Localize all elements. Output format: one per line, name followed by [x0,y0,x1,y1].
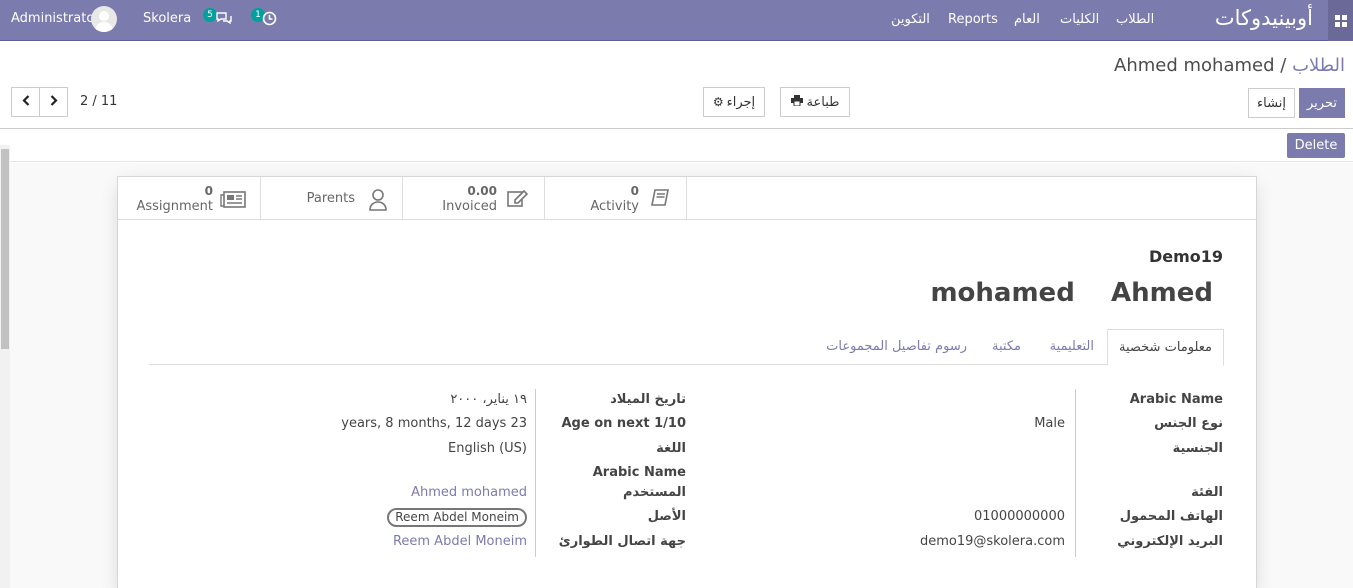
chat-icon[interactable] [216,12,232,30]
tab-group-fees[interactable]: رسوم تفاصيل المجموعات [815,329,978,365]
student-name: mohamed Ahmed [930,278,1213,308]
birth-date-value[interactable]: ١٩ يناير، ٢٠٠٠ [450,392,527,407]
emergency-contact-label: جهة اتصال الطوارئ [558,534,686,549]
age-value: 23 years, 8 months, 12 days [341,416,527,431]
gender-value[interactable]: Male [1034,416,1065,431]
print-icon [790,94,803,110]
origin-tag[interactable]: Reem Abdel Moneim [387,508,527,527]
last-name[interactable]: mohamed [930,278,1074,308]
chevron-left-icon [21,94,30,110]
menu-general[interactable]: العام [1014,12,1040,27]
delete-button[interactable]: Delete [1287,133,1345,158]
category-label: الفئة [1191,485,1223,500]
action-label: إجراء [726,94,756,110]
menu-faculties[interactable]: الكليات [1060,12,1099,27]
apps-menu-icon[interactable] [1328,0,1353,41]
mobile-value[interactable]: 01000000000 [974,509,1065,524]
app-brand[interactable]: أوبينيدوكات [1215,6,1313,30]
user-label: المستخدم [623,485,686,500]
group-divider [535,389,536,557]
arabic-name-label-2: Arabic Name [592,465,686,480]
avatar[interactable] [91,6,117,32]
age-label: Age on next 1/10 [561,416,686,431]
tab-library[interactable]: مكتبة [981,329,1032,365]
assignment-count: 0 [204,184,213,198]
invoiced-label: Invoiced [442,199,497,214]
invoiced-amount: 0.00 [467,184,497,198]
print-label: طباعة [806,94,840,110]
form-sheet: 0 Activity 0.00 Invoiced Parents 0 Assig… [117,176,1257,588]
edit-icon [507,189,529,211]
tab-personal-info[interactable]: معلومات شخصية [1107,329,1224,366]
user-link[interactable]: Ahmed mohamed [411,485,527,500]
language-label: اللغة [656,441,686,456]
scrollbar[interactable] [0,145,10,588]
invoiced-smart-button[interactable]: 0.00 Invoiced [403,177,545,220]
user-name[interactable]: Administrator [11,11,100,26]
first-name[interactable]: Ahmed [1111,278,1213,308]
activity-smart-button[interactable]: 0 Activity [545,177,687,220]
gear-icon: ⚙ [712,95,724,109]
parents-label: Parents [306,191,355,206]
menu-students[interactable]: الطلاب [1116,12,1154,27]
arabic-name-label: Arabic Name [1129,392,1223,407]
menu-configuration[interactable]: التكوين [891,12,930,27]
action-button[interactable]: ⚙ إجراء [703,87,765,117]
pager-value[interactable]: 2 / 11 [80,94,117,109]
create-button[interactable]: إنشاء [1248,88,1295,118]
group-divider-right [1075,389,1076,557]
top-navbar: أوبينيدوكات الطلاب الكليات العام Reports… [0,0,1353,41]
record-reference: Demo19 [1148,247,1223,266]
parents-smart-button[interactable]: Parents [261,177,403,220]
email-value[interactable]: demo19@skolera.com [920,534,1065,549]
assignment-smart-button[interactable]: 0 Assignment [119,177,261,220]
mobile-label: الهاتف المحمول [1119,509,1223,524]
clock-icon[interactable] [262,11,277,30]
book-icon [651,189,671,211]
birth-date-label: تاريخ الميلاد [610,392,686,407]
breadcrumb-parent[interactable]: الطلاب [1292,55,1345,76]
statusbar [0,129,1353,162]
origin-label: الأصل [647,509,686,524]
smart-button-box: 0 Activity 0.00 Invoiced Parents 0 Assig… [118,177,1256,220]
pager-next-button[interactable] [39,87,68,117]
language-value[interactable]: English (US) [448,441,527,456]
pager-previous-button[interactable] [11,87,40,117]
email-label: البريد الإلكتروني [1117,534,1223,549]
tab-educational[interactable]: التعليمية [1039,329,1105,365]
breadcrumb-current: Ahmed mohamed [1114,55,1275,76]
emergency-contact-link[interactable]: Reem Abdel Moneim [393,534,527,549]
print-button[interactable]: طباعة [780,87,850,117]
assignment-label: Assignment [136,199,213,214]
nationality-label: الجنسية [1172,441,1223,456]
user-icon [368,189,388,215]
activity-count: 0 [630,184,639,198]
messages-badge: 5 [203,8,217,22]
breadcrumb-separator: / [1280,55,1287,76]
gender-label: نوع الجنس [1154,416,1223,431]
activity-label: Activity [590,199,639,214]
breadcrumb: الطلاب / Ahmed mohamed [1114,55,1345,76]
form-tabs: معلومات شخصية التعليمية مكتبة رسوم تفاصي… [149,329,1224,366]
edit-button[interactable]: تحرير [1299,88,1345,118]
newspaper-icon [220,191,246,212]
company-switcher[interactable]: Skolera [143,11,191,26]
chevron-right-icon [50,94,58,110]
menu-reports[interactable]: Reports [948,12,998,27]
